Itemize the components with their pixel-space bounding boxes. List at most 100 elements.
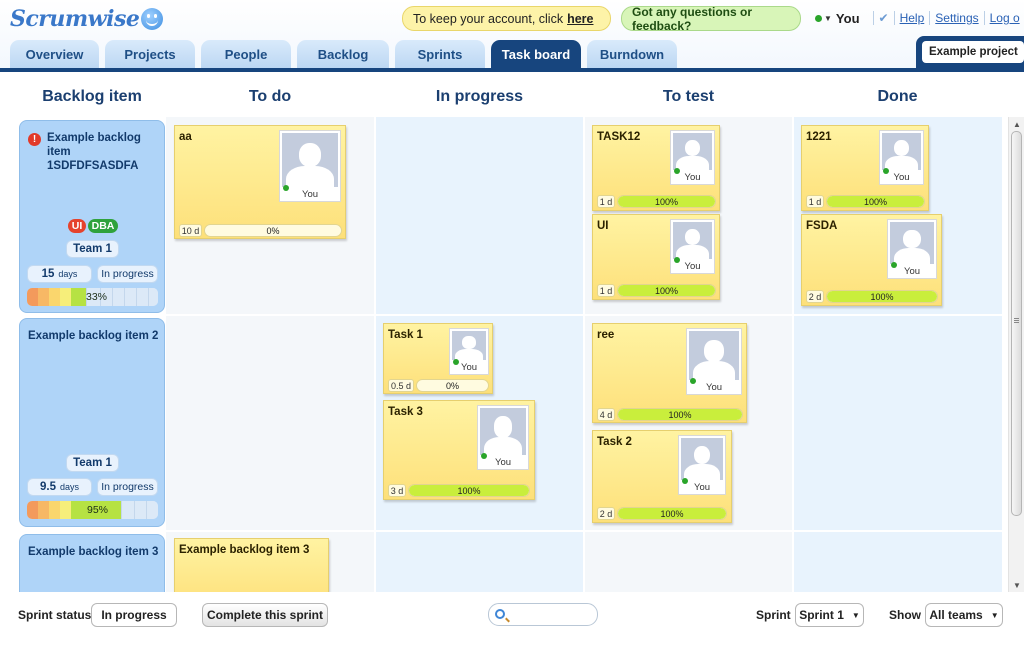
task-card[interactable]: UI You 1 d 100%	[592, 214, 720, 300]
column-header-to-do: To do	[248, 88, 292, 105]
complete-sprint-button[interactable]: Complete this sprint	[202, 603, 328, 627]
tab-burndown[interactable]: Burndown	[587, 40, 677, 68]
tab-sprints[interactable]: Sprints	[395, 40, 485, 68]
task-progress-label: 100%	[863, 196, 888, 207]
divider	[893, 11, 895, 25]
task-owner: You	[684, 172, 701, 183]
team-badge[interactable]: Team 1	[66, 454, 119, 472]
team-badge[interactable]: Team 1	[66, 240, 119, 258]
task-estimate: 4 d	[597, 408, 615, 421]
task-progress-label: 100%	[654, 196, 679, 207]
estimate-unit: days	[58, 269, 78, 279]
task-card[interactable]: aa You 10 d 0%	[174, 125, 346, 239]
task-estimate: 10 d	[179, 224, 202, 237]
task-card[interactable]: Task 3 You 3 d 100%	[383, 400, 535, 500]
avatar-icon: You	[477, 405, 529, 470]
logout-link[interactable]: Log o	[990, 11, 1020, 25]
status-dot-icon	[815, 14, 822, 22]
backlog-progress-label: 95%	[87, 504, 109, 516]
task-estimate: 2 d	[597, 507, 615, 520]
backlog-item-card[interactable]: Example backlog item 2 Team 1 9.5 days In…	[19, 318, 165, 527]
tab-bar-line	[0, 68, 1024, 72]
sprint-status-label: Sprint status	[18, 608, 92, 622]
avatar-icon: You	[279, 130, 341, 202]
task-card[interactable]: 1221 You 1 d 100%	[801, 125, 929, 211]
top-bar: Scrumwise To keep your account, click he…	[0, 0, 1024, 72]
task-progress-bar: 0%	[204, 224, 342, 237]
task-progress-bar: 100%	[826, 290, 938, 303]
search-input[interactable]	[509, 607, 593, 622]
task-owner: You	[893, 172, 910, 183]
checkmark-icon[interactable]: ✔	[879, 11, 889, 25]
sprint-label: Sprint	[756, 608, 791, 622]
backlog-item-title: Example backlog item 1SDFDFSASDFA	[47, 132, 141, 172]
task-title: FSDA	[806, 220, 838, 232]
task-owner: You	[460, 362, 478, 373]
task-estimate: 3 d	[388, 484, 406, 497]
task-progress-bar: 100%	[617, 507, 727, 520]
task-progress-label: 0%	[266, 225, 280, 236]
tab-projects[interactable]: Projects	[105, 40, 195, 68]
project-selector[interactable]: Example project▼	[916, 36, 1024, 68]
task-title: 1221	[806, 131, 832, 143]
logo[interactable]: Scrumwise	[10, 6, 164, 32]
team-filter-select[interactable]: All teams ▼	[925, 603, 1003, 627]
estimate-value: 9.5	[39, 481, 56, 493]
account-notice[interactable]: To keep your account, click here	[402, 6, 611, 31]
tab-overview[interactable]: Overview	[10, 40, 99, 68]
task-card[interactable]: FSDA You 2 d 100%	[801, 214, 942, 306]
settings-link[interactable]: Settings	[935, 11, 978, 25]
search-icon	[495, 609, 505, 619]
task-card[interactable]: TASK12 You 1 d 100%	[592, 125, 720, 211]
task-estimate: 1 d	[806, 195, 824, 208]
chevron-down-icon[interactable]: ▼	[824, 14, 832, 23]
column-header-backlog-item: Backlog item	[42, 88, 142, 105]
warning-icon: !	[28, 133, 41, 146]
task-card[interactable]: Example backlog item 3	[174, 538, 329, 592]
task-progress-bar: 100%	[617, 408, 743, 421]
search-box[interactable]	[488, 603, 598, 626]
chevron-down-icon: ▼	[990, 610, 999, 620]
status-badge[interactable]: In progress	[97, 265, 158, 283]
task-card[interactable]: Task 1 You 0.5 d 0%	[383, 323, 493, 394]
estimate-badge: 15 days	[27, 265, 92, 283]
sprint-select[interactable]: Sprint 1 ▼	[795, 603, 864, 627]
status-badge[interactable]: In progress	[97, 478, 158, 496]
tab-backlog[interactable]: Backlog	[297, 40, 389, 68]
backlog-item-card[interactable]: ! Example backlog item 1SDFDFSASDFA UI D…	[19, 120, 165, 313]
task-card[interactable]: Task 2 You 2 d 100%	[592, 430, 732, 523]
column-header-to-test: To test	[662, 88, 715, 105]
tag-dba: DBA	[88, 219, 118, 233]
column-header-in-progress: In progress	[435, 88, 524, 105]
tab-task-board[interactable]: Task board	[491, 40, 581, 68]
board-scrollbar[interactable]: ▲ ▼	[1008, 117, 1024, 592]
backlog-item-card[interactable]: Example backlog item 3	[19, 534, 165, 592]
tag-ui: UI	[68, 219, 86, 233]
task-title: aa	[179, 131, 192, 143]
task-owner: You	[903, 266, 921, 277]
task-title: ree	[597, 329, 615, 341]
show-label: Show	[889, 608, 921, 622]
task-owner: You	[301, 189, 319, 200]
scroll-down-icon[interactable]: ▼	[1009, 578, 1024, 592]
scroll-thumb[interactable]	[1011, 131, 1022, 516]
project-selector-value: Example project	[929, 46, 1018, 58]
column-header-done: Done	[877, 88, 918, 105]
user-menu[interactable]: You	[836, 11, 860, 26]
avatar-icon: You	[449, 328, 489, 375]
task-card[interactable]: ree You 4 d 100%	[592, 323, 747, 423]
row-divider	[165, 530, 1005, 532]
task-owner: You	[684, 261, 701, 272]
account-notice-link[interactable]: here	[567, 12, 593, 26]
task-progress-label: 100%	[660, 508, 684, 519]
sprint-status-button[interactable]: In progress	[91, 603, 177, 627]
help-link[interactable]: Help	[900, 11, 925, 25]
avatar-icon: You	[678, 435, 726, 495]
task-progress-label: 0%	[445, 380, 459, 391]
scroll-up-icon[interactable]: ▲	[1009, 117, 1024, 131]
feedback-button[interactable]: Got any questions or feedback?	[621, 5, 801, 33]
task-progress-bar: 100%	[826, 195, 925, 208]
divider	[872, 11, 874, 25]
task-progress-bar: 0%	[416, 379, 489, 392]
tab-people[interactable]: People	[201, 40, 291, 68]
